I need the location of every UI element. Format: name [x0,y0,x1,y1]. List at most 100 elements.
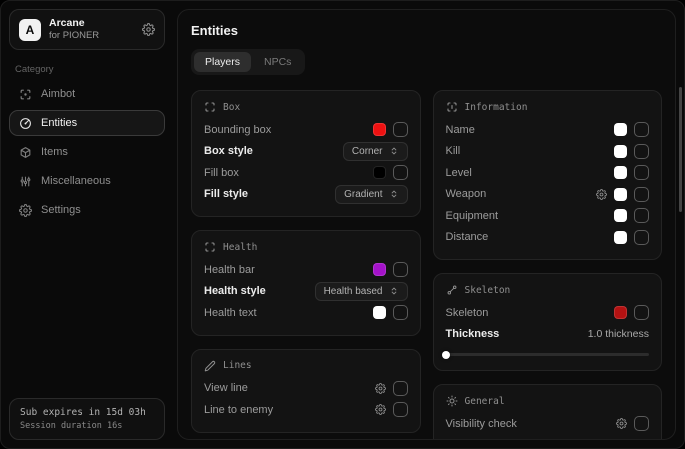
panel-skeleton: Skeleton Skeleton Thickness 1.0 thicknes… [433,273,663,371]
dropdown-value: Corner [352,146,383,157]
sidebar-item-label: Aimbot [41,88,75,100]
gear-icon [19,204,32,217]
row-fill-box: Fill box [204,162,408,184]
sidebar-item-label: Miscellaneous [41,175,111,187]
sidebar-item-entities[interactable]: Entities [9,110,165,136]
unfold-icon [389,146,399,156]
view-line-checkbox[interactable] [393,381,408,396]
sliders-icon [19,175,32,188]
skeleton-checkbox[interactable] [634,305,649,320]
row-level: Level [446,162,650,184]
visibility-check-checkbox[interactable] [634,416,649,431]
subscription-card: Sub expires in 15d 03h Session duration … [9,398,165,440]
line-to-enemy-checkbox[interactable] [393,402,408,417]
thickness-value: 1.0 thickness [588,328,649,340]
row-line-to-enemy: Line to enemy [204,399,408,421]
panel-title: General [465,396,505,407]
page-title: Entities [191,23,662,38]
row-max-distance: Max distance 500m [446,435,650,441]
app-logo: A [19,19,41,41]
main-content: Entities Players NPCs Box Bounding box [177,9,676,440]
session-duration-text: Session duration 16s [20,421,154,431]
row-view-line: View line [204,378,408,400]
color-swatch[interactable] [614,188,627,201]
color-swatch[interactable] [614,306,627,319]
panel-title: Health [223,242,257,253]
row-weapon: Weapon [446,184,650,206]
color-swatch[interactable] [614,166,627,179]
health-style-dropdown[interactable]: Health based [315,282,408,301]
bounding-box-checkbox[interactable] [393,122,408,137]
panel-lines: Lines View line Line to enemy [191,349,421,433]
sidebar-nav: Aimbot Entities Items Miscellaneous Sett… [9,81,165,223]
thickness-slider[interactable] [446,353,650,356]
row-health-bar: Health bar [204,259,408,281]
row-health-text: Health text [204,302,408,324]
left-column: Box Bounding box Box style Corne [191,90,421,433]
color-swatch[interactable] [373,166,386,179]
row-health-style: Health style Health based [204,281,408,303]
gear-icon[interactable] [375,404,386,415]
unfold-icon [389,286,399,296]
radar-icon [19,117,32,130]
panel-box: Box Bounding box Box style Corne [191,90,421,217]
row-kill: Kill [446,141,650,163]
sub-expires-text: Sub expires in 15d 03h [20,407,154,418]
sidebar-item-miscellaneous[interactable]: Miscellaneous [9,168,165,194]
color-swatch[interactable] [373,263,386,276]
sidebar-item-aimbot[interactable]: Aimbot [9,81,165,107]
pencil-icon [204,360,216,372]
crosshair-icon [19,88,32,101]
health-bar-checkbox[interactable] [393,262,408,277]
color-swatch[interactable] [373,123,386,136]
row-bounding-box: Bounding box [204,119,408,141]
brand-card: A Arcane for PIONER [9,9,165,50]
equipment-checkbox[interactable] [634,208,649,223]
color-swatch[interactable] [614,123,627,136]
fill-box-checkbox[interactable] [393,165,408,180]
app-window: A Arcane for PIONER Category Aimbot Enti… [0,0,685,449]
panel-title: Skeleton [465,285,511,296]
box-style-dropdown[interactable]: Corner [343,142,408,161]
tab-npcs[interactable]: NPCs [253,52,302,72]
row-equipment: Equipment [446,205,650,227]
gear-icon[interactable] [142,23,155,36]
panel-information: Information Name Kill [433,90,663,260]
dropdown-value: Gradient [344,189,382,200]
color-swatch[interactable] [614,145,627,158]
slider-thumb[interactable] [442,351,450,359]
gear-icon[interactable] [596,189,607,200]
color-swatch[interactable] [614,231,627,244]
name-checkbox[interactable] [634,122,649,137]
scrollbar-thumb[interactable] [679,87,682,212]
row-name: Name [446,119,650,141]
color-swatch[interactable] [373,306,386,319]
fill-style-dropdown[interactable]: Gradient [335,185,407,204]
sidebar-item-label: Items [41,146,68,158]
sidebar-item-label: Entities [41,117,77,129]
gear-icon[interactable] [616,418,627,429]
row-box-style: Box style Corner [204,141,408,163]
sun-icon [446,395,458,407]
weapon-checkbox[interactable] [634,187,649,202]
info-scan-icon [446,101,458,113]
distance-checkbox[interactable] [634,230,649,245]
panel-title: Box [223,102,240,113]
kill-checkbox[interactable] [634,144,649,159]
sidebar-item-settings[interactable]: Settings [9,197,165,223]
sidebar-item-items[interactable]: Items [9,139,165,165]
sidebar: A Arcane for PIONER Category Aimbot Enti… [1,1,173,448]
row-skeleton: Skeleton [446,302,650,324]
app-subtitle: for PIONER [49,30,134,42]
scan-brackets-icon [204,241,216,253]
panel-health: Health Health bar Health style H [191,230,421,336]
color-swatch[interactable] [614,209,627,222]
sidebar-item-label: Settings [41,204,81,216]
max-distance-value: 500m [623,439,649,440]
level-checkbox[interactable] [634,165,649,180]
gear-icon[interactable] [375,383,386,394]
health-text-checkbox[interactable] [393,305,408,320]
scan-brackets-icon [204,101,216,113]
app-title: Arcane [49,17,134,30]
tab-players[interactable]: Players [194,52,251,72]
